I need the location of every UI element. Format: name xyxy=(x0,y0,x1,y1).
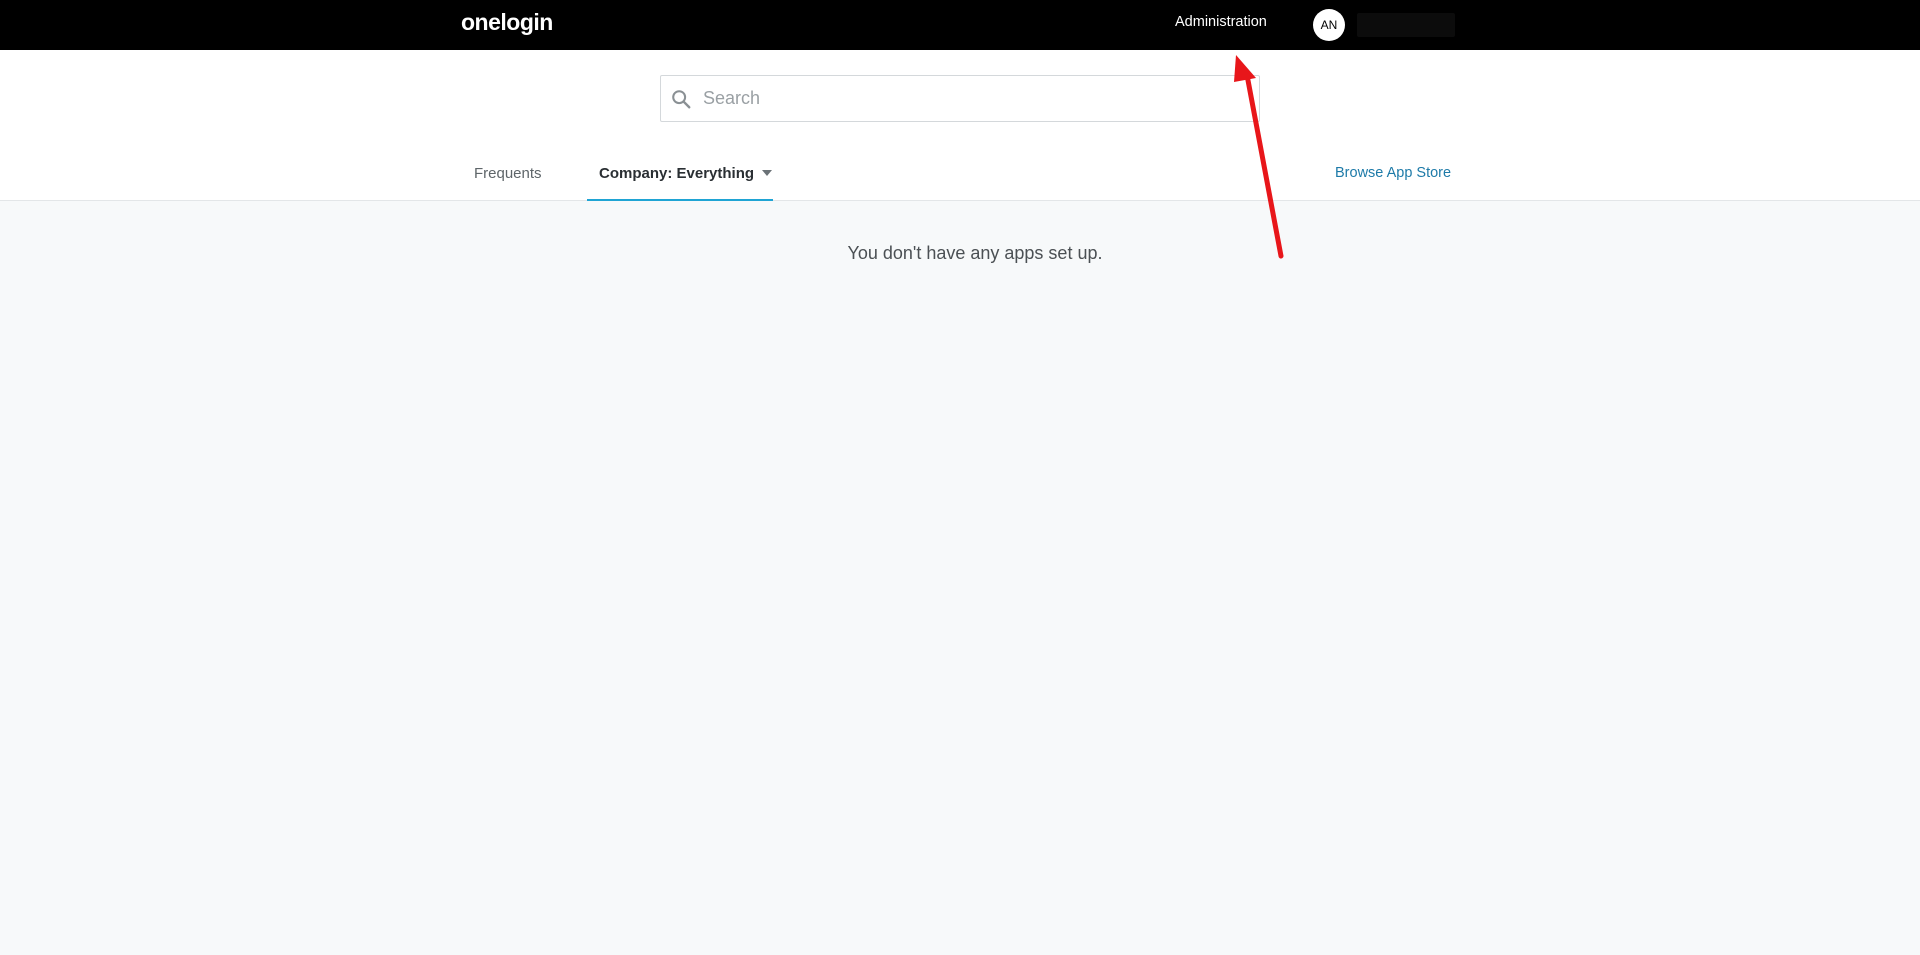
search-input[interactable] xyxy=(701,76,1251,121)
empty-state-message: You don't have any apps set up. xyxy=(847,243,1103,263)
top-navigation-bar: onelogin Administration AN xyxy=(0,0,1920,50)
user-avatar[interactable]: AN xyxy=(1313,9,1345,41)
apps-header: Frequents Company: Everything Browse App… xyxy=(0,50,1920,201)
browse-app-store-link[interactable]: Browse App Store xyxy=(1335,165,1451,181)
tab-frequents-label: Frequents xyxy=(474,165,542,182)
administration-link[interactable]: Administration xyxy=(1175,14,1267,30)
search-icon xyxy=(672,90,691,109)
user-name-redacted[interactable] xyxy=(1357,13,1455,37)
search-box[interactable] xyxy=(660,75,1260,122)
onelogin-logo[interactable]: onelogin xyxy=(461,9,553,36)
tab-company-everything[interactable]: Company: Everything xyxy=(587,165,773,201)
chevron-down-icon[interactable] xyxy=(762,170,773,177)
tab-frequents[interactable]: Frequents xyxy=(474,165,542,201)
tab-company-label: Company: Everything xyxy=(599,165,755,182)
